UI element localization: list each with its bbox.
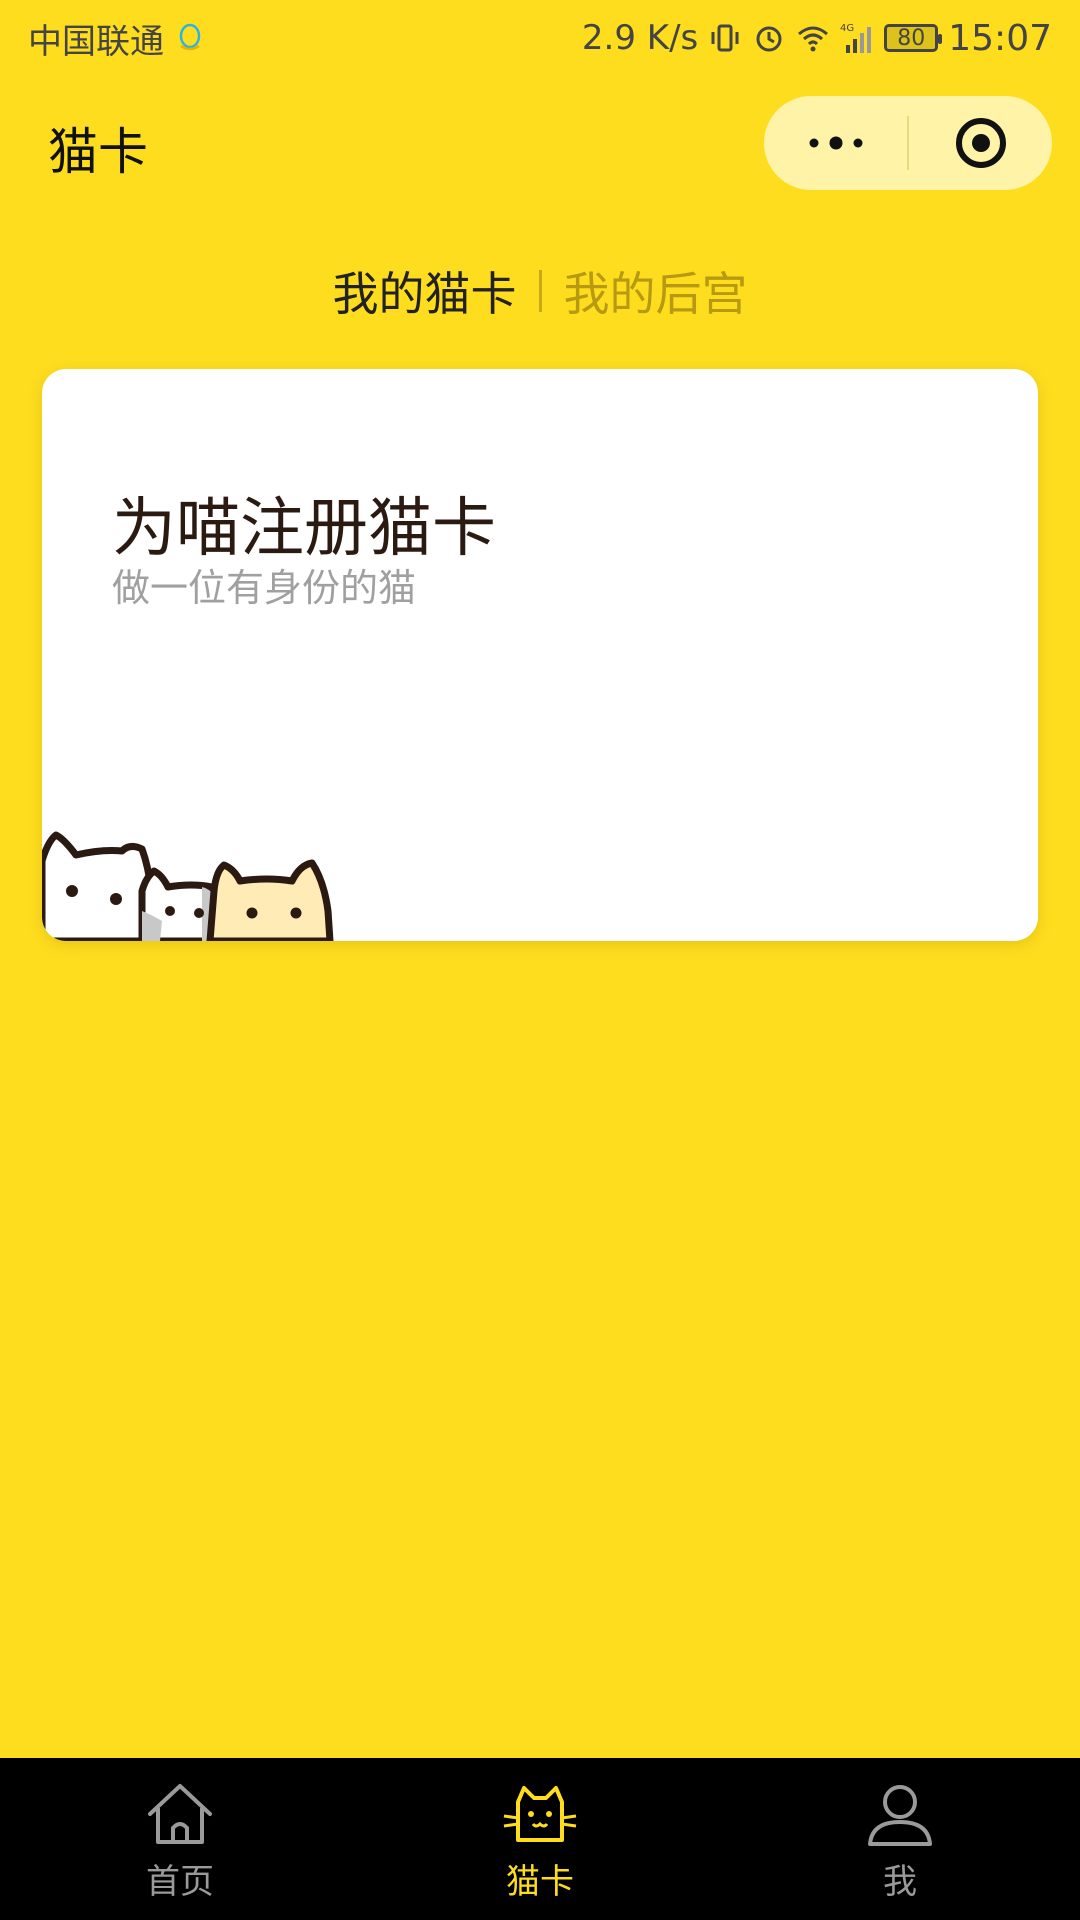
- cat-icon: [503, 1786, 577, 1842]
- status-left: 中国联通: [28, 14, 206, 63]
- tabbar-item-home[interactable]: 首页: [0, 1758, 360, 1920]
- network-speed: 2.9 K/s: [581, 18, 699, 58]
- miniprogram-capsule: [764, 96, 1052, 190]
- tabbar-label-home: 首页: [146, 1862, 214, 1902]
- home-icon: [148, 1784, 212, 1844]
- tab-my-harem[interactable]: 我的后宫: [564, 258, 748, 324]
- carrier-name: 中国联通: [28, 21, 164, 62]
- yellow-cat: [206, 859, 334, 941]
- close-button[interactable]: [909, 96, 1052, 190]
- svg-text:4G: 4G: [840, 23, 854, 34]
- tab-my-cat-card[interactable]: 我的猫卡: [333, 258, 517, 324]
- signal-4g-icon: 4G: [840, 23, 872, 53]
- clock-time: 15:07: [948, 17, 1052, 59]
- close-target-icon: [955, 118, 1006, 168]
- segment-tabs: 我的猫卡 我的后宫: [0, 258, 1080, 324]
- cats-illustration: [42, 831, 334, 941]
- vibrate-icon: [711, 24, 739, 52]
- card-subtitle: 做一位有身份的猫: [112, 566, 417, 610]
- status-bar: 中国联通 2.9 K/s 4G 80 15:07: [0, 0, 1080, 76]
- user-icon: [868, 1785, 932, 1846]
- page-title: 猫卡: [48, 123, 148, 181]
- bottom-tab-bar: 首页 猫卡 我: [0, 1758, 1080, 1920]
- battery-icon: 80: [884, 24, 943, 52]
- wifi-icon: [798, 26, 829, 52]
- qq-icon: [179, 23, 201, 51]
- register-card[interactable]: 为喵注册猫卡 做一位有身份的猫: [42, 369, 1038, 941]
- alarm-icon: [756, 26, 782, 52]
- card-title: 为喵注册猫卡: [112, 492, 496, 566]
- tabbar-item-me[interactable]: 我: [720, 1758, 1080, 1920]
- tabbar-label-cat-card: 猫卡: [506, 1862, 574, 1902]
- tabbar-label-me: 我: [883, 1862, 917, 1902]
- tab-separator: [538, 270, 542, 312]
- more-button[interactable]: [764, 96, 907, 190]
- status-right: 2.9 K/s 4G 80 15:07: [582, 18, 1052, 59]
- more-icon: [809, 136, 862, 150]
- tabbar-item-cat-card[interactable]: 猫卡: [360, 1758, 720, 1920]
